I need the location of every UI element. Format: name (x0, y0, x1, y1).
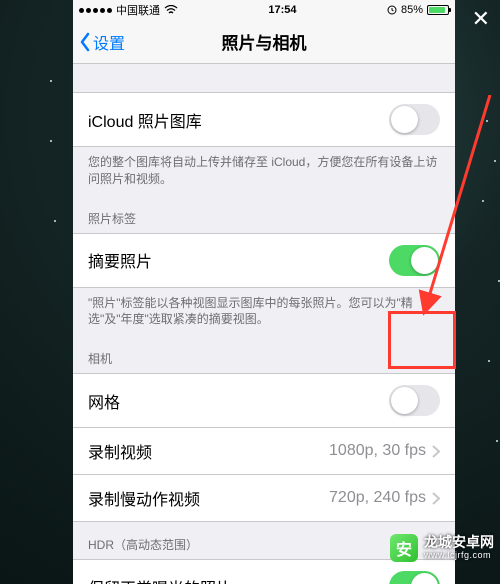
cell-label: 录制慢动作视频 (88, 486, 200, 510)
header-tags: 照片标签 (73, 196, 455, 233)
back-button[interactable]: 设置 (79, 20, 125, 63)
footer-icloud: 您的整个图库将自动上传并储存至 iCloud，方便您在所有设备上访问照片和视频。 (73, 147, 455, 196)
cell-grid[interactable]: 网格 (73, 373, 455, 428)
cell-value: 720p, 240 fps (329, 489, 426, 507)
back-label: 设置 (93, 30, 125, 54)
cell-label: 保留正常曝光的照片 (88, 575, 232, 584)
toggle-keep-normal-exposure[interactable] (389, 571, 440, 584)
cell-record-video[interactable]: 录制视频 1080p, 30 fps (73, 427, 455, 475)
clock: 17:54 (268, 4, 296, 16)
chevron-right-icon (432, 492, 440, 505)
nav-bar: 设置 照片与相机 (73, 20, 455, 64)
phone-frame: 中国联通 17:54 85% 设置 照片与相机 iCloud 照片图库 您的整个… (73, 0, 455, 584)
battery-pct: 85% (401, 4, 423, 16)
cell-label: 摘要照片 (88, 248, 152, 272)
chevron-right-icon (432, 445, 440, 458)
alarm-icon (387, 5, 397, 15)
cell-summary-photos[interactable]: 摘要照片 (73, 233, 455, 288)
cell-record-slomo[interactable]: 录制慢动作视频 720p, 240 fps (73, 474, 455, 522)
toggle-icloud-library[interactable] (389, 104, 440, 135)
settings-list[interactable]: iCloud 照片图库 您的整个图库将自动上传并储存至 iCloud，方便您在所… (73, 64, 455, 584)
battery-icon (427, 5, 449, 15)
cell-keep-normal-exposure[interactable]: 保留正常曝光的照片 (73, 559, 455, 584)
wifi-icon (164, 5, 178, 15)
cell-icloud-library[interactable]: iCloud 照片图库 (73, 92, 455, 147)
chevron-left-icon (79, 32, 91, 52)
watermark: 安 龙城安卓网 www.lcjrfg.com (390, 534, 494, 562)
status-bar: 中国联通 17:54 85% (73, 0, 455, 20)
header-camera: 相机 (73, 336, 455, 373)
cell-label: iCloud 照片图库 (88, 108, 202, 132)
cell-label: 录制视频 (88, 439, 152, 463)
page-title: 照片与相机 (222, 29, 307, 54)
watermark-url: www.lcjrfg.com (424, 551, 494, 561)
watermark-brand: 龙城安卓网 (424, 535, 494, 550)
watermark-logo-icon: 安 (390, 534, 418, 562)
toggle-summary-photos[interactable] (389, 245, 440, 276)
close-button[interactable]: ✕ (472, 8, 490, 30)
toggle-grid[interactable] (389, 385, 440, 416)
carrier-label: 中国联通 (116, 2, 160, 18)
signal-dots-icon (79, 8, 112, 13)
cell-label: 网格 (88, 389, 120, 413)
footer-tags: "照片"标签能以各种视图显示图库中的每张照片。您可以为"精选"及"年度"选取紧凑… (73, 288, 455, 337)
cell-value: 1080p, 30 fps (329, 442, 426, 460)
